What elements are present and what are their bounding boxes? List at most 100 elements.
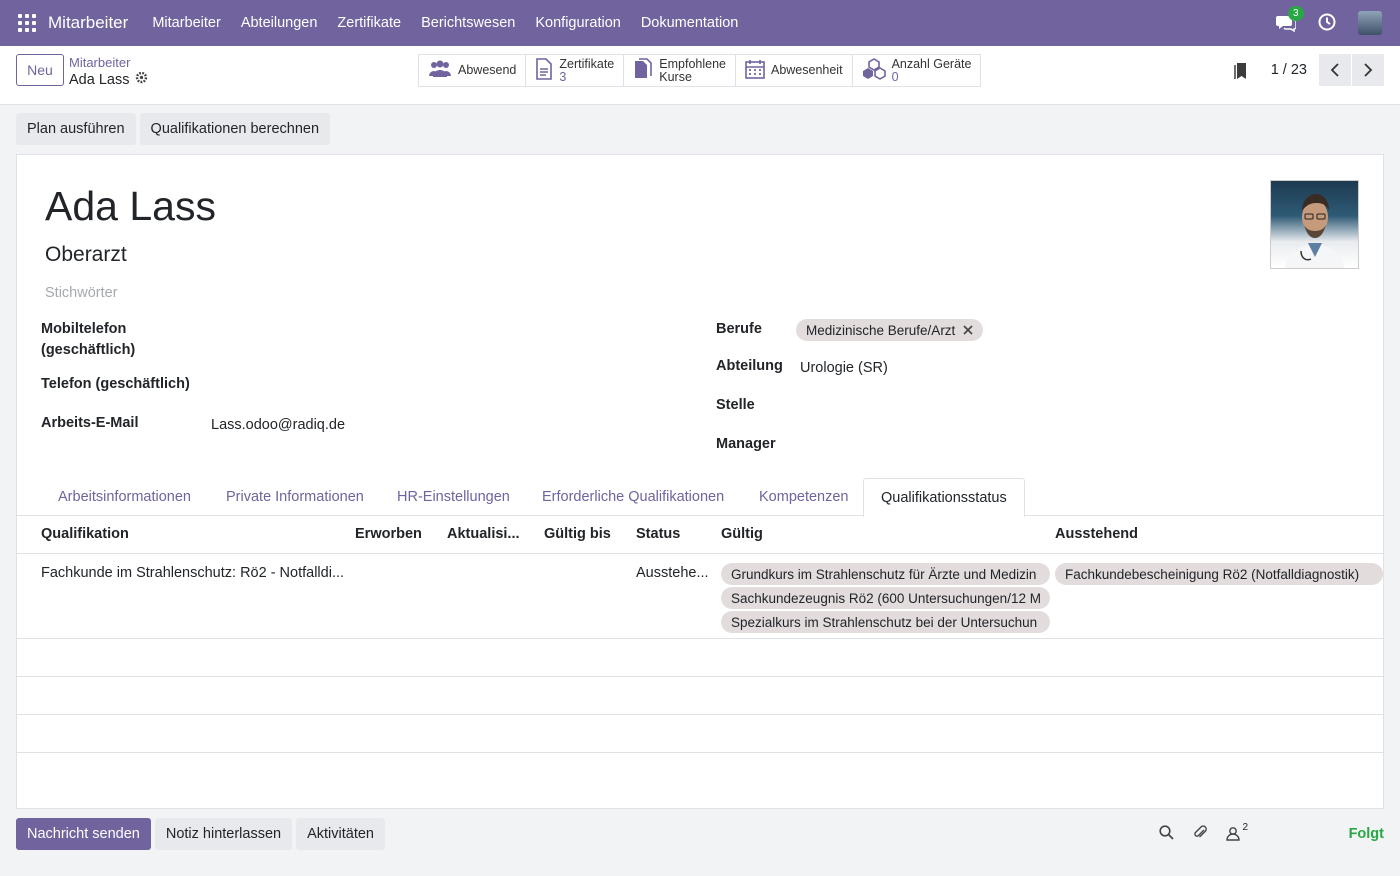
- run-plan-button[interactable]: Plan ausführen: [16, 113, 136, 145]
- user-avatar[interactable]: [1358, 11, 1382, 35]
- files-icon: [633, 58, 653, 83]
- professions-field[interactable]: Medizinische Berufe/Arzt: [796, 319, 984, 341]
- new-button[interactable]: Neu: [16, 54, 64, 86]
- smart-geraete-label: Anzahl Geräte: [891, 56, 972, 71]
- profession-tag: Medizinische Berufe/Arzt: [796, 319, 984, 341]
- department-field[interactable]: Urologie (SR): [800, 360, 888, 376]
- breadcrumb-current: Ada Lass: [69, 71, 148, 88]
- col-erworben[interactable]: Erworben: [355, 526, 422, 542]
- activities-button[interactable]: Aktivitäten: [296, 818, 385, 850]
- empty-row: [17, 677, 1383, 715]
- pager-previous-button[interactable]: [1319, 54, 1351, 86]
- menu-dokumentation[interactable]: Dokumentation: [641, 15, 739, 31]
- smart-geraete-count: 0: [891, 69, 899, 84]
- chat-icon[interactable]: 3: [1276, 6, 1304, 33]
- manager-label: Manager: [716, 436, 776, 452]
- col-aktualisiert[interactable]: Aktualisi...: [447, 526, 520, 542]
- tags-input[interactable]: Stichwörter: [45, 285, 118, 301]
- col-qualifikation[interactable]: Qualifikation: [41, 526, 129, 542]
- gear-icon[interactable]: [135, 71, 148, 88]
- tab-qualifikationsstatus[interactable]: Qualifikationsstatus: [863, 478, 1025, 517]
- breadcrumb-current-label: Ada Lass: [69, 71, 130, 88]
- smart-buttons: Abwesend Zertifikate 3 Empfohlene Kurse: [418, 54, 982, 87]
- col-ausstehend[interactable]: Ausstehend: [1055, 526, 1138, 542]
- form-sheet: Ada Lass Oberarzt Stichwörter Mobiltelef…: [16, 154, 1384, 809]
- smart-zertifikate-label: Zertifikate: [559, 56, 615, 71]
- compute-qualifications-button[interactable]: Qualifikationen berechnen: [139, 113, 331, 145]
- email-field[interactable]: Lass.odoo@radiq.de: [211, 417, 345, 433]
- row-status: Ausstehe...: [636, 565, 709, 581]
- document-icon: [535, 58, 553, 83]
- row-pending-tags: Fachkundebescheinigung Rö2 (Notfalldiagn…: [1055, 563, 1383, 585]
- follow-button[interactable]: Folgt: [1349, 826, 1384, 842]
- menu-konfiguration[interactable]: Konfiguration: [535, 15, 620, 31]
- valid-tag: Sachkundezeugnis Rö2 (600 Untersuchungen…: [721, 587, 1050, 609]
- log-note-button[interactable]: Notiz hinterlassen: [154, 818, 293, 850]
- user-icon: [1226, 827, 1241, 841]
- cubes-icon: [862, 58, 886, 83]
- menu-zertifikate[interactable]: Zertifikate: [337, 15, 401, 31]
- followers-count: 2: [1242, 822, 1248, 833]
- smart-zertifikate-count: 3: [559, 69, 567, 84]
- employee-job-title[interactable]: Oberarzt: [45, 243, 127, 267]
- menu-abteilungen[interactable]: Abteilungen: [241, 15, 318, 31]
- mobile-label-line1: Mobiltelefon: [41, 321, 127, 337]
- smart-abwesenheit-label: Abwesenheit: [770, 63, 843, 77]
- department-label: Abteilung: [716, 358, 783, 374]
- top-navbar: Mitarbeiter Mitarbeiter Abteilungen Zert…: [0, 0, 1400, 46]
- breadcrumb-parent[interactable]: Mitarbeiter: [69, 55, 130, 70]
- valid-tag: Grundkurs im Strahlenschutz für Ärzte un…: [721, 563, 1050, 585]
- smart-button-zertifikate[interactable]: Zertifikate 3: [526, 55, 625, 86]
- mobile-label-line2: (geschäftlich): [41, 342, 136, 358]
- users-icon: [428, 59, 452, 82]
- employee-photo[interactable]: [1270, 180, 1359, 269]
- bookmark-icon[interactable]: [1234, 63, 1248, 82]
- chat-count-badge: 3: [1288, 6, 1304, 21]
- paperclip-icon[interactable]: [1192, 824, 1208, 843]
- menu-berichtswesen[interactable]: Berichtswesen: [421, 15, 515, 31]
- tab-arbeitsinformationen[interactable]: Arbeitsinformationen: [41, 478, 208, 516]
- smart-button-abwesend[interactable]: Abwesend: [419, 55, 527, 86]
- col-gueltig[interactable]: Gültig: [721, 526, 763, 542]
- col-status[interactable]: Status: [636, 526, 680, 542]
- empty-row: [17, 639, 1383, 677]
- empty-row: [17, 715, 1383, 753]
- tab-kompetenzen[interactable]: Kompetenzen: [742, 478, 865, 516]
- pager-next-button[interactable]: [1352, 54, 1384, 86]
- clock-icon[interactable]: [1318, 13, 1336, 34]
- calendar-icon: [745, 59, 765, 82]
- chevron-right-icon: [1364, 63, 1373, 77]
- notebook-tabs: Arbeitsinformationen Private Information…: [17, 478, 1383, 517]
- smart-button-empfohlene-kurse[interactable]: Empfohlene Kurse: [624, 55, 736, 86]
- table-row[interactable]: Fachkunde im Strahlenschutz: Rö2 - Notfa…: [17, 554, 1383, 639]
- search-icon[interactable]: [1159, 824, 1175, 843]
- smart-button-anzahl-geraete[interactable]: Anzahl Geräte 0: [853, 55, 981, 86]
- job-label: Stelle: [716, 397, 755, 413]
- tab-hr-einstellungen[interactable]: HR-Einstellungen: [380, 478, 527, 516]
- employee-name[interactable]: Ada Lass: [45, 183, 216, 230]
- smart-empfohlene-label: Empfohlene: [659, 56, 726, 71]
- col-gueltig-bis[interactable]: Gültig bis: [544, 526, 611, 542]
- pager-value[interactable]: 1 / 23: [1271, 62, 1307, 78]
- phone-label: Telefon (geschäftlich): [41, 376, 190, 392]
- statusbar-buttons: Plan ausführen Qualifikationen berechnen: [16, 113, 331, 145]
- menu-mitarbeiter[interactable]: Mitarbeiter: [152, 15, 221, 31]
- app-name[interactable]: Mitarbeiter: [48, 13, 128, 33]
- smart-empfohlene-sub: Kurse: [659, 69, 692, 84]
- chatter-icons: 2: [1159, 822, 1248, 843]
- pending-tag: Fachkundebescheinigung Rö2 (Notfalldiagn…: [1055, 563, 1383, 585]
- row-qualification: Fachkunde im Strahlenschutz: Rö2 - Notfa…: [41, 565, 345, 581]
- chevron-left-icon: [1330, 63, 1339, 77]
- apps-grid-icon[interactable]: [18, 14, 36, 32]
- smart-abwesend-label: Abwesend: [458, 63, 517, 77]
- send-message-button[interactable]: Nachricht senden: [16, 818, 151, 850]
- valid-tag: Spezialkurs im Strahlenschutz bei der Un…: [721, 611, 1050, 633]
- pager: 1 / 23: [1271, 54, 1384, 86]
- tab-erforderliche-qualifikationen[interactable]: Erforderliche Qualifikationen: [525, 478, 741, 516]
- followers-button[interactable]: 2: [1226, 822, 1248, 841]
- professions-label: Berufe: [716, 321, 762, 337]
- close-icon[interactable]: [963, 323, 973, 338]
- profession-tag-label: Medizinische Berufe/Arzt: [806, 322, 956, 338]
- smart-button-abwesenheit[interactable]: Abwesenheit: [736, 55, 853, 86]
- tab-private-informationen[interactable]: Private Informationen: [209, 478, 381, 516]
